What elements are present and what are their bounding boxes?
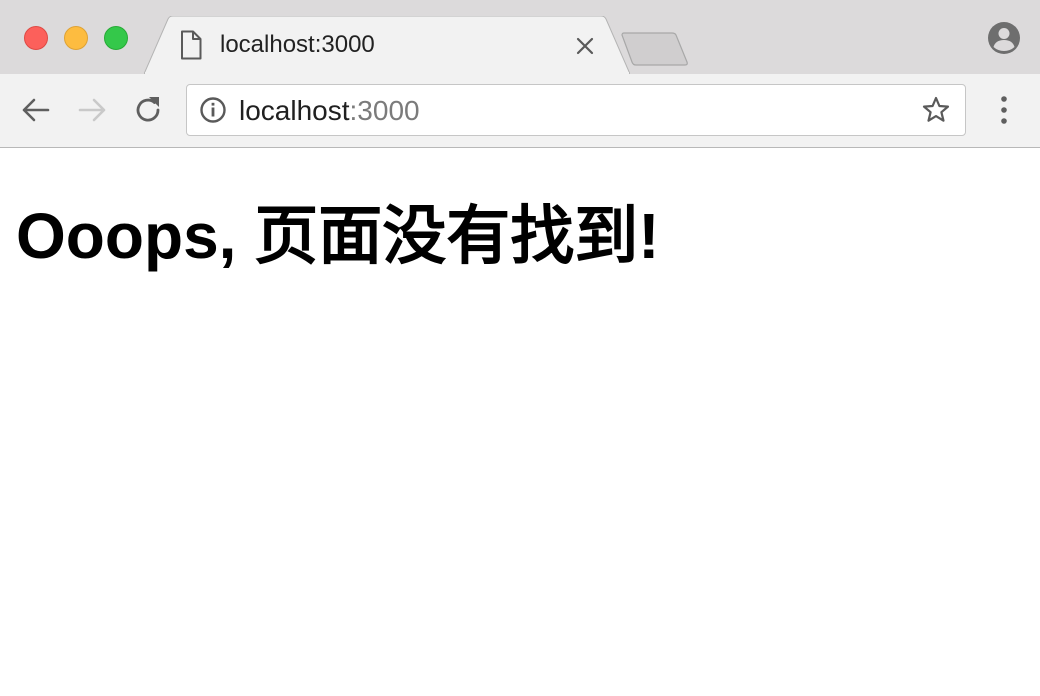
browser-window: localhost:3000 localhost:3000 Ooops, 页面没…: [0, 0, 1040, 696]
toolbar: localhost:3000: [0, 74, 1040, 148]
page-content: Ooops, 页面没有找到!: [0, 148, 1040, 696]
window-close-button[interactable]: [24, 26, 48, 50]
tab-shape: [144, 16, 630, 74]
document-icon: [180, 30, 202, 60]
back-arrow-icon[interactable]: [18, 92, 54, 128]
address-bar[interactable]: localhost:3000: [186, 84, 966, 136]
new-tab-button[interactable]: [620, 32, 690, 66]
tab-title: localhost:3000: [220, 31, 375, 58]
url-text: localhost:3000: [239, 95, 420, 127]
kebab-menu-icon[interactable]: [990, 94, 1018, 126]
window-minimize-button[interactable]: [64, 26, 88, 50]
url-host: localhost: [239, 95, 350, 126]
close-icon[interactable]: [574, 35, 596, 57]
forward-arrow-icon[interactable]: [74, 92, 110, 128]
reload-icon[interactable]: [130, 92, 166, 128]
star-icon[interactable]: [921, 95, 951, 125]
info-icon[interactable]: [199, 96, 227, 124]
tab-strip: localhost:3000: [0, 0, 1040, 74]
page-title: Ooops, 页面没有找到!: [16, 200, 660, 272]
tab-active[interactable]: localhost:3000: [144, 16, 630, 74]
window-maximize-button[interactable]: [104, 26, 128, 50]
profile-icon[interactable]: [986, 20, 1022, 56]
url-port: :3000: [349, 95, 420, 126]
